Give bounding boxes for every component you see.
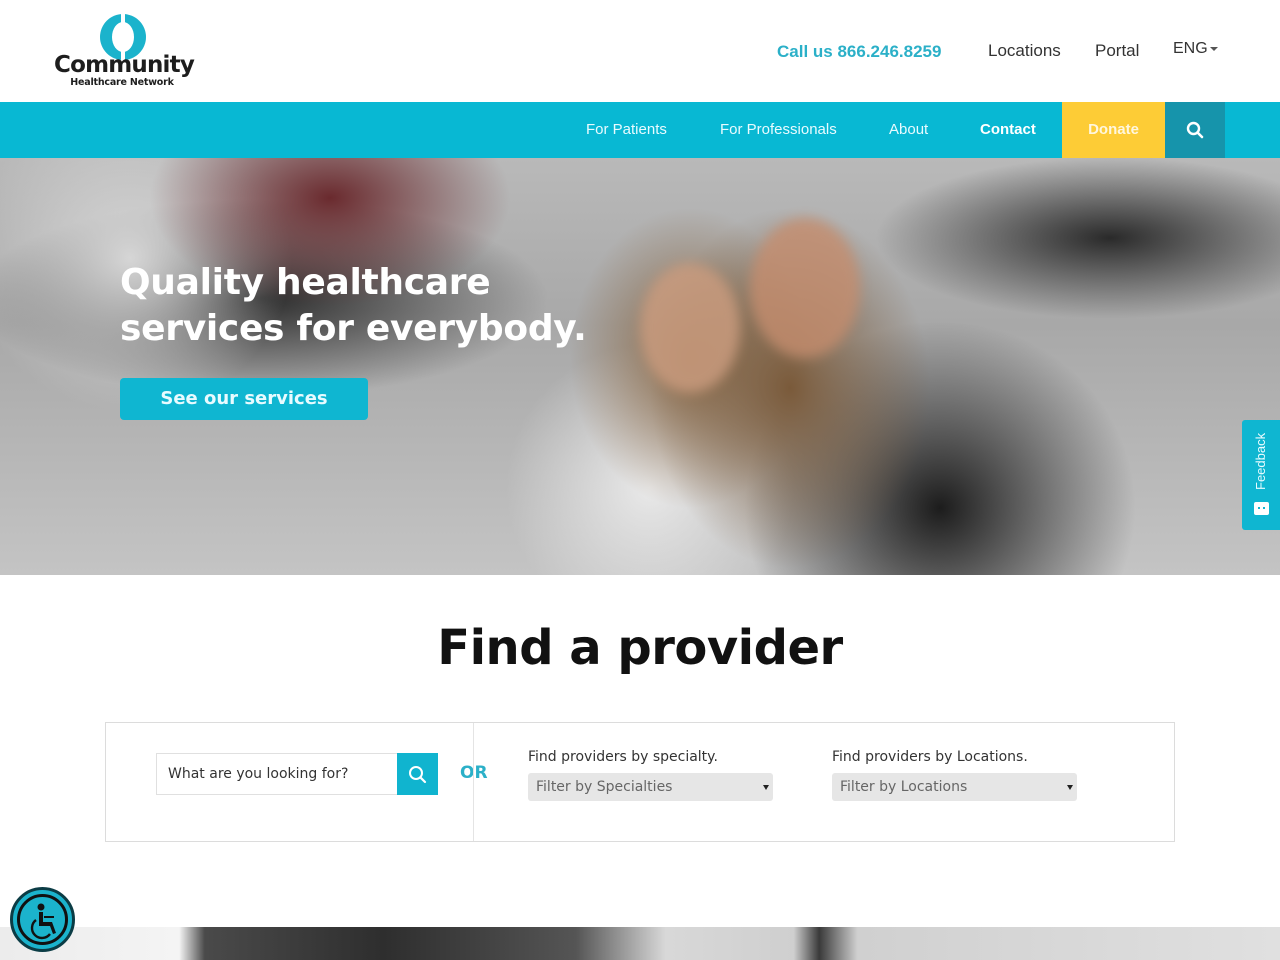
site-logo[interactable]: Community Healthcare Network <box>54 14 195 90</box>
feedback-tab[interactable]: Feedback <box>1242 420 1280 530</box>
dropdown-arrow-icon <box>1067 785 1073 790</box>
location-select-value: Filter by Locations <box>840 779 968 795</box>
hero-banner: Quality healthcare services for everybod… <box>0 158 1280 575</box>
feedback-smiley-icon <box>1254 502 1269 515</box>
location-select[interactable]: Filter by Locations <box>832 773 1077 801</box>
language-dropdown[interactable]: ENG <box>1173 40 1218 58</box>
feedback-label: Feedback <box>1253 432 1268 490</box>
next-section-image <box>0 927 1280 960</box>
panel-divider <box>473 723 474 841</box>
location-label: Find providers by Locations. <box>832 749 1028 765</box>
specialty-select-value: Filter by Specialties <box>536 779 673 795</box>
provider-search-panel: OR Find providers by specialty. Filter b… <box>105 722 1175 842</box>
caret-down-icon <box>1209 46 1218 51</box>
accessibility-ring <box>17 894 68 945</box>
call-us-link[interactable]: Call us 866.246.8259 <box>777 42 941 62</box>
nav-donate-button[interactable]: Donate <box>1062 102 1165 158</box>
wheelchair-icon <box>30 903 56 940</box>
logo-title: Community <box>54 52 195 78</box>
provider-search-input[interactable] <box>156 753 398 795</box>
logo-subtitle: Healthcare Network <box>70 77 174 88</box>
find-provider-title: Find a provider <box>437 620 843 676</box>
main-nav: For Patients For Professionals About Con… <box>0 102 1280 158</box>
hero-photo-child <box>640 263 740 393</box>
search-icon <box>1186 121 1204 139</box>
nav-search-button[interactable] <box>1165 102 1225 158</box>
locations-link[interactable]: Locations <box>988 41 1061 61</box>
nav-for-patients[interactable]: For Patients <box>586 102 667 158</box>
language-label: ENG <box>1173 40 1208 57</box>
nav-about[interactable]: About <box>889 102 928 158</box>
dropdown-arrow-icon <box>763 785 769 790</box>
provider-search-button[interactable] <box>397 753 438 795</box>
hero-title-line1: Quality healthcare <box>120 262 491 303</box>
see-our-services-button[interactable]: See our services <box>120 378 368 420</box>
specialty-select[interactable]: Filter by Specialties <box>528 773 773 801</box>
specialty-label: Find providers by specialty. <box>528 749 718 765</box>
hero-photo-mother <box>750 218 860 358</box>
portal-link[interactable]: Portal <box>1095 41 1139 61</box>
nav-contact[interactable]: Contact <box>980 102 1036 158</box>
search-icon <box>409 766 427 784</box>
top-header: Community Healthcare Network Call us 866… <box>0 0 1280 102</box>
accessibility-button[interactable] <box>10 887 75 952</box>
hero-title: Quality healthcare services for everybod… <box>120 260 587 352</box>
hero-title-line2: services for everybody. <box>120 308 587 349</box>
nav-for-professionals[interactable]: For Professionals <box>720 102 837 158</box>
